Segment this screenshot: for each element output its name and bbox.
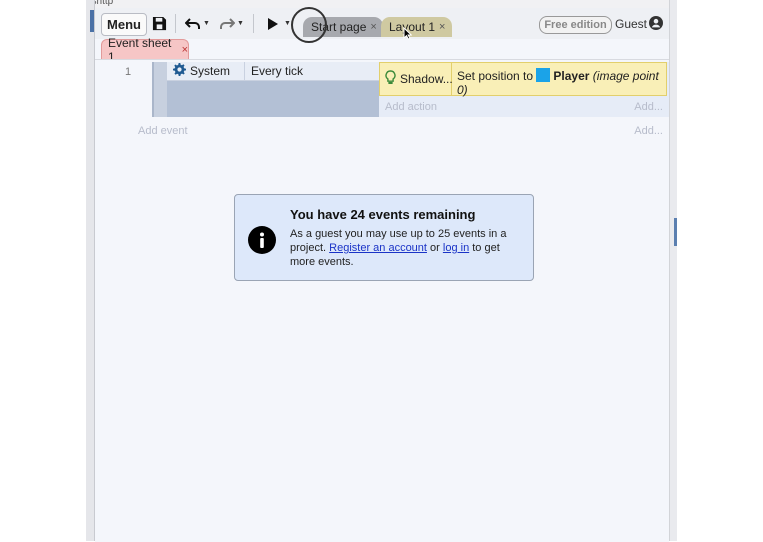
action-object-label: Shadow... [400,72,453,86]
condition-area[interactable] [167,81,379,117]
event-sheet: 1 System Every tick Shadow... Set positi… [95,59,669,542]
action-object[interactable]: Shadow... [380,63,453,95]
action-target: Player [553,69,590,83]
close-icon[interactable]: × [182,44,188,56]
action-text[interactable]: Set position to Player (image point 0) [452,63,666,97]
tab-label: Layout 1 [389,20,436,34]
left-accent [90,10,94,32]
toolbar-separator [253,14,254,33]
left-panel-edge [86,0,95,541]
free-edition-badge[interactable]: Free edition [539,16,612,34]
add-action-more-link[interactable]: Add... [634,101,663,113]
action-prefix: Set position to [457,69,534,83]
add-action-link[interactable]: Add action [385,101,437,113]
condition-text[interactable]: Every tick [245,64,303,78]
login-link[interactable]: log in [443,242,469,254]
user-account-icon[interactable] [649,16,663,33]
info-icon [248,226,276,257]
add-event-more-link[interactable]: Add... [634,125,663,137]
redo-dropdown-icon[interactable]: ▼ [237,20,244,27]
redo-icon[interactable]: ▼ [219,15,244,32]
notice-body: As a guest you may use up to 25 events i… [290,227,526,269]
toolbar-separator [175,14,176,33]
condition-object-label: System [190,64,231,78]
mouse-pointer-icon [403,26,413,43]
condition-row[interactable]: System Every tick [167,62,379,81]
events-remaining-notice: You have 24 events remaining As a guest … [234,194,534,281]
right-panel-edge [669,0,677,541]
condition-object[interactable]: System [167,62,245,80]
register-account-link[interactable]: Register an account [329,242,427,254]
editor-app: Menu ▼ ▼ ▼ Start page × Layout 1 × Free … [95,8,669,542]
play-icon[interactable]: ▼ [267,15,291,32]
tab-layout-1[interactable]: Layout 1 × [381,17,452,37]
cursor-highlight-ring [291,7,327,43]
player-sprite-icon [536,68,551,82]
event-number: 1 [125,66,132,78]
tab-event-sheet-1[interactable]: Event sheet 1 × [101,36,189,64]
main-toolbar: Menu ▼ ▼ ▼ Start page × Layout 1 × Free … [95,8,669,39]
user-label[interactable]: Guest [615,17,647,31]
undo-dropdown-icon[interactable]: ▼ [203,20,210,27]
lightbulb-icon [385,70,396,88]
gear-icon [173,63,186,79]
menu-button[interactable]: Menu [101,13,147,36]
action-row[interactable]: Shadow... Set position to Player (image … [379,62,667,97]
close-icon[interactable]: × [439,21,445,33]
window-top-strip: ushttp [86,0,676,8]
close-icon[interactable]: × [370,21,376,33]
actions-area: Shadow... Set position to Player (image … [379,62,669,117]
undo-icon[interactable]: ▼ [185,15,210,32]
right-accent [674,218,677,246]
notice-text-or: or [430,242,440,254]
play-dropdown-icon[interactable]: ▼ [284,20,291,27]
save-icon[interactable] [152,15,167,32]
notice-title: You have 24 events remaining [290,207,476,222]
add-event-link[interactable]: Add event [138,125,188,137]
